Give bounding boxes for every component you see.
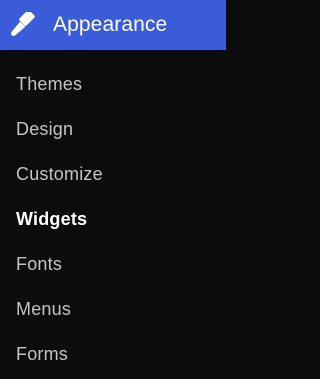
submenu-item-label: Menus	[16, 299, 72, 319]
submenu-item-label: Fonts	[16, 254, 63, 274]
submenu-item-widgets[interactable]: Widgets	[0, 197, 226, 242]
submenu-item-label: Widgets	[16, 209, 88, 229]
paintbrush-icon	[9, 12, 35, 38]
submenu-item-label: Design	[16, 119, 74, 139]
submenu-item-themes[interactable]: Themes	[0, 62, 226, 107]
submenu-item-customize[interactable]: Customize	[0, 152, 226, 197]
appearance-submenu: Themes Design Customize Widgets Fonts Me…	[0, 62, 226, 377]
appearance-menu-title: Appearance	[53, 13, 168, 36]
submenu-item-fonts[interactable]: Fonts	[0, 242, 226, 287]
appearance-menu: Appearance Themes Design Customize Widge…	[0, 0, 226, 379]
submenu-item-design[interactable]: Design	[0, 107, 226, 152]
submenu-item-label: Customize	[16, 164, 103, 184]
submenu-item-forms[interactable]: Forms	[0, 332, 226, 377]
appearance-menu-header[interactable]: Appearance	[0, 0, 226, 50]
submenu-item-menus[interactable]: Menus	[0, 287, 226, 332]
submenu-item-label: Themes	[16, 74, 83, 94]
submenu-item-label: Forms	[16, 344, 68, 364]
